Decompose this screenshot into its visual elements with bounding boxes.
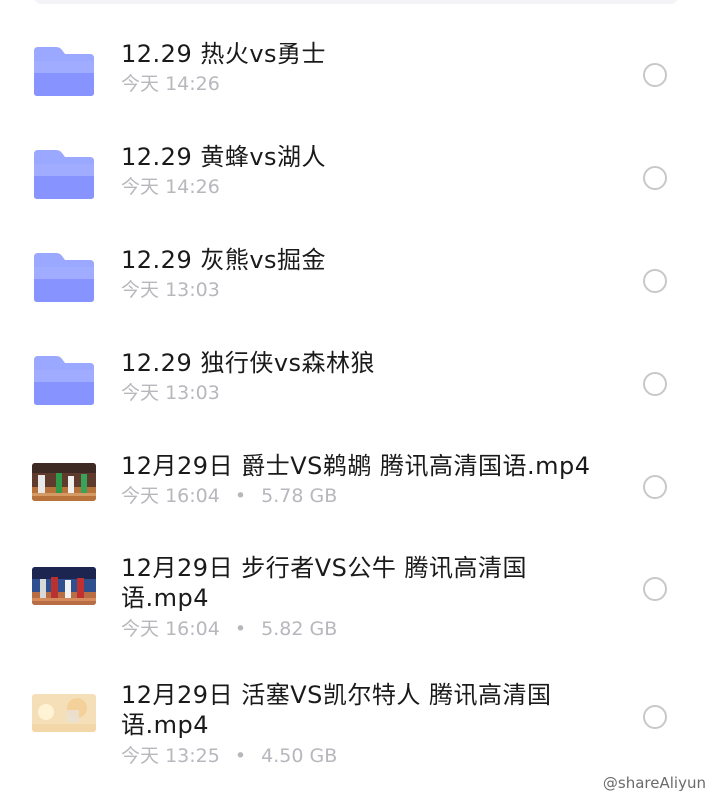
folder-icon bbox=[32, 251, 96, 307]
file-time: 13:03 bbox=[165, 279, 220, 301]
file-name: 12月29日 爵士VS鹈鹕 腾讯高清国语.mp4 bbox=[121, 452, 591, 480]
select-checkbox[interactable] bbox=[643, 166, 667, 190]
meta-separator: • bbox=[234, 485, 247, 507]
file-date: 今天 bbox=[121, 382, 160, 404]
file-meta: 今天 13:03 bbox=[121, 278, 220, 302]
file-meta: 今天 14:26 bbox=[121, 175, 220, 199]
select-checkbox[interactable] bbox=[643, 63, 667, 87]
file-name: 12.29 黄蜂vs湖人 bbox=[121, 143, 327, 171]
meta-separator: • bbox=[234, 745, 247, 767]
folder-icon bbox=[32, 354, 96, 410]
meta-separator: • bbox=[234, 618, 247, 640]
file-size: 5.82 GB bbox=[261, 618, 338, 640]
video-thumbnail bbox=[32, 463, 96, 505]
file-meta: 今天 16:04 • 5.78 GB bbox=[121, 484, 337, 508]
file-meta: 今天 13:25 • 4.50 GB bbox=[121, 744, 337, 768]
file-name: 12.29 灰熊vs掘金 bbox=[121, 246, 327, 274]
file-date: 今天 bbox=[121, 279, 160, 301]
file-time: 13:25 bbox=[165, 745, 220, 767]
file-list: 12.29 热火vs勇士 今天 14:26 12.29 黄蜂vs湖人 今天 14… bbox=[0, 0, 712, 800]
select-checkbox[interactable] bbox=[643, 372, 667, 396]
file-date: 今天 bbox=[121, 73, 160, 95]
file-meta: 今天 14:26 bbox=[121, 72, 220, 96]
file-size: 5.78 GB bbox=[261, 485, 338, 507]
folder-icon bbox=[32, 148, 96, 204]
select-checkbox[interactable] bbox=[643, 269, 667, 293]
video-thumbnail bbox=[32, 567, 96, 609]
file-time: 14:26 bbox=[165, 176, 220, 198]
file-time: 16:04 bbox=[165, 485, 220, 507]
file-name: 12月29日 步行者VS公牛 腾讯高清国语.mp4 bbox=[121, 554, 527, 612]
file-date: 今天 bbox=[121, 618, 160, 640]
file-meta: 今天 13:03 bbox=[121, 381, 220, 405]
file-time: 13:03 bbox=[165, 382, 220, 404]
select-checkbox[interactable] bbox=[643, 475, 667, 499]
file-browser-screen: 12.29 热火vs勇士 今天 14:26 12.29 黄蜂vs湖人 今天 14… bbox=[0, 0, 712, 800]
video-thumbnail bbox=[32, 694, 96, 736]
watermark-text: @shareAliyun bbox=[602, 774, 706, 792]
file-time: 14:26 bbox=[165, 73, 220, 95]
file-date: 今天 bbox=[121, 745, 160, 767]
file-name: 12.29 独行侠vs森林狼 bbox=[121, 349, 376, 377]
file-name: 12.29 热火vs勇士 bbox=[121, 40, 327, 68]
file-meta: 今天 16:04 • 5.82 GB bbox=[121, 617, 337, 641]
file-name: 12月29日 活塞VS凯尔特人 腾讯高清国语.mp4 bbox=[121, 681, 552, 739]
select-checkbox[interactable] bbox=[643, 705, 667, 729]
select-checkbox[interactable] bbox=[643, 577, 667, 601]
file-date: 今天 bbox=[121, 176, 160, 198]
folder-icon bbox=[32, 45, 96, 101]
file-size: 4.50 GB bbox=[261, 745, 338, 767]
file-time: 16:04 bbox=[165, 618, 220, 640]
file-date: 今天 bbox=[121, 485, 160, 507]
